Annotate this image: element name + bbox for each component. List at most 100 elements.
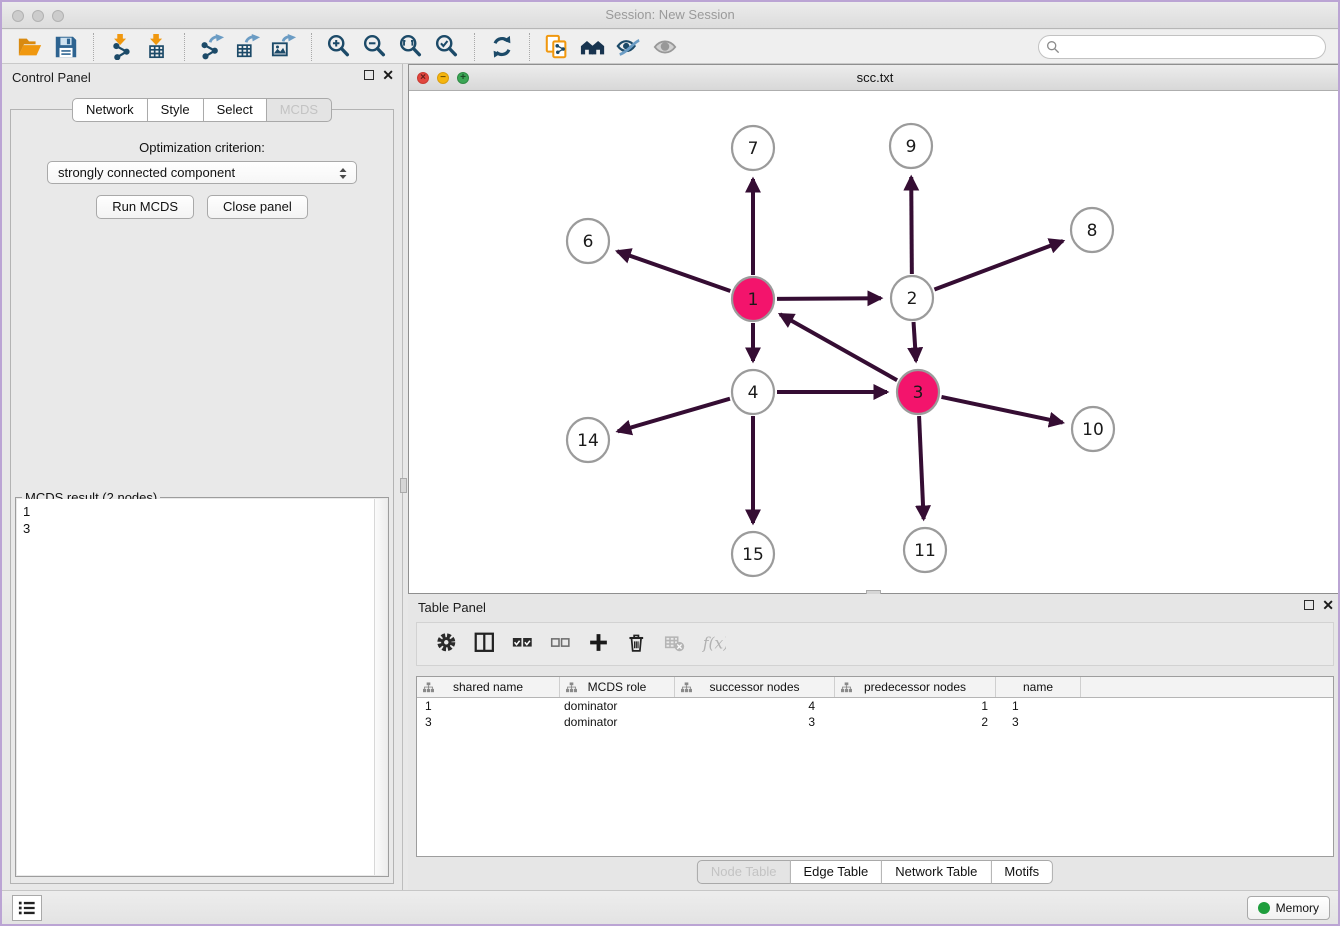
search-input[interactable]: [1064, 37, 1325, 57]
tab-network[interactable]: Network: [72, 98, 148, 122]
table-cell[interactable]: dominator: [560, 698, 675, 714]
float-panel-icon[interactable]: [364, 70, 374, 80]
memory-button[interactable]: Memory: [1247, 896, 1330, 920]
run-mcds-button[interactable]: Run MCDS: [96, 195, 194, 219]
column-header-label: name: [1023, 680, 1053, 694]
column-header-name[interactable]: name: [996, 677, 1081, 697]
mcds-result-text: 1 3: [17, 499, 374, 875]
tab-style[interactable]: Style: [148, 98, 204, 122]
optimization-criterion-label: Optimization criterion:: [11, 140, 393, 155]
zoom-out-icon[interactable]: [360, 33, 390, 61]
main-titlebar: Session: New Session: [2, 2, 1338, 29]
export-image-icon[interactable]: [269, 33, 299, 61]
table-row[interactable]: 3dominator323: [417, 714, 1333, 730]
toolbar-separator: [529, 33, 530, 61]
import-network-icon[interactable]: [106, 33, 136, 61]
table-cell[interactable]: 1: [835, 698, 996, 714]
import-table-icon[interactable]: [142, 33, 172, 61]
table-settings-icon[interactable]: [433, 629, 463, 659]
memory-label: Memory: [1276, 901, 1319, 915]
column-header-label: predecessor nodes: [864, 680, 966, 694]
control-panel: Control Panel ✕ NetworkStyleSelectMCDS O…: [2, 64, 403, 892]
table-header-row: shared nameMCDS role successor nodes prede…: [417, 677, 1333, 698]
save-session-icon[interactable]: [51, 33, 81, 61]
table-cell[interactable]: 3: [417, 714, 560, 730]
status-bar: Memory: [2, 890, 1338, 924]
apply-layout-icon[interactable]: [487, 33, 517, 61]
edge-1-2[interactable]: [777, 298, 881, 299]
table-cell[interactable]: 1: [996, 698, 1081, 714]
task-history-button[interactable]: [12, 895, 42, 921]
node-label-15: 15: [742, 545, 764, 565]
node-label-11: 11: [914, 541, 936, 561]
column-header-shared-name[interactable]: shared name: [417, 677, 560, 697]
column-header-label: successor nodes: [709, 680, 799, 694]
show-graphics-details-icon[interactable]: [614, 33, 644, 61]
edge-1-6[interactable]: [617, 251, 730, 291]
split-column-icon[interactable]: [471, 629, 501, 659]
edge-2-9[interactable]: [911, 177, 912, 274]
network-canvas[interactable]: 7968124314101511: [409, 91, 1340, 593]
list-icon: [17, 899, 37, 917]
open-file-icon[interactable]: [15, 33, 45, 61]
tab-network-table[interactable]: Network Table: [882, 860, 991, 884]
table-cell[interactable]: dominator: [560, 714, 675, 730]
create-column-icon[interactable]: [585, 629, 615, 659]
edge-2-8[interactable]: [934, 241, 1063, 290]
zoom-selected-icon[interactable]: [432, 33, 462, 61]
table-body: 1dominator4113dominator323: [417, 698, 1333, 730]
table-cell[interactable]: 3: [996, 714, 1081, 730]
optimization-criterion-select[interactable]: strongly connected component: [47, 161, 357, 184]
tab-edge-table[interactable]: Edge Table: [790, 860, 882, 884]
table-row[interactable]: 1dominator411: [417, 698, 1333, 714]
table-cell[interactable]: 3: [675, 714, 835, 730]
network-graph: 7968124314101511: [409, 91, 1340, 593]
export-table-icon[interactable]: [233, 33, 263, 61]
edge-2-3[interactable]: [914, 322, 916, 361]
svg-text:f(x): f(x): [702, 634, 726, 652]
float-table-panel-icon[interactable]: [1304, 600, 1314, 610]
edge-4-14[interactable]: [618, 399, 730, 432]
table-panel: Table Panel ✕ f(x) shared nameMCDS roles…: [408, 594, 1340, 892]
zoom-fit-icon[interactable]: [396, 33, 426, 61]
tab-motifs[interactable]: Motifs: [991, 860, 1053, 884]
node-label-9: 9: [906, 137, 917, 157]
toolbar-separator: [474, 33, 475, 61]
table-panel-header: Table Panel ✕: [408, 594, 1340, 620]
edge-3-11[interactable]: [919, 416, 924, 519]
close-table-panel-icon[interactable]: ✕: [1322, 599, 1334, 611]
edge-3-10[interactable]: [941, 397, 1062, 423]
select-all-columns-icon[interactable]: [509, 629, 539, 659]
copy-network-icon[interactable]: [542, 33, 572, 61]
tab-node-table[interactable]: Node Table: [697, 860, 791, 884]
table-cell[interactable]: 4: [675, 698, 835, 714]
result-scrollbar[interactable]: [374, 499, 387, 875]
close-panel-icon[interactable]: ✕: [382, 69, 394, 81]
export-network-icon[interactable]: [197, 33, 227, 61]
node-label-2: 2: [907, 289, 918, 309]
optimization-criterion-value: strongly connected component: [58, 165, 235, 180]
column-header-successor-nodes[interactable]: successor nodes: [675, 677, 835, 697]
search-box[interactable]: [1038, 35, 1326, 59]
tab-select[interactable]: Select: [204, 98, 267, 122]
vertical-splitter-grip[interactable]: [400, 478, 407, 493]
node-label-6: 6: [583, 232, 594, 252]
edge-3-1[interactable]: [780, 314, 897, 380]
close-panel-button[interactable]: Close panel: [207, 195, 308, 219]
column-header-predecessor-nodes[interactable]: predecessor nodes: [835, 677, 996, 697]
column-header-MCDS-role[interactable]: MCDS role: [560, 677, 675, 697]
table-cell[interactable]: 2: [835, 714, 996, 730]
unselect-all-columns-icon[interactable]: [547, 629, 577, 659]
delete-columns-icon[interactable]: [623, 629, 653, 659]
toolbar-separator: [311, 33, 312, 61]
control-panel-tabs: NetworkStyleSelectMCDS: [72, 98, 332, 122]
toolbar-separator: [93, 33, 94, 61]
table-cell[interactable]: 1: [417, 698, 560, 714]
show-hide-panels-icon[interactable]: [578, 33, 608, 61]
tab-mcds[interactable]: MCDS: [267, 98, 332, 122]
mcds-panel: Optimization criterion: strongly connect…: [10, 109, 394, 884]
zoom-in-icon[interactable]: [324, 33, 354, 61]
network-view-window: × − + scc.txt 7968124314101511: [408, 64, 1340, 594]
node-label-14: 14: [577, 431, 599, 451]
table-tabs: Node TableEdge TableNetwork TableMotifs: [697, 860, 1053, 884]
